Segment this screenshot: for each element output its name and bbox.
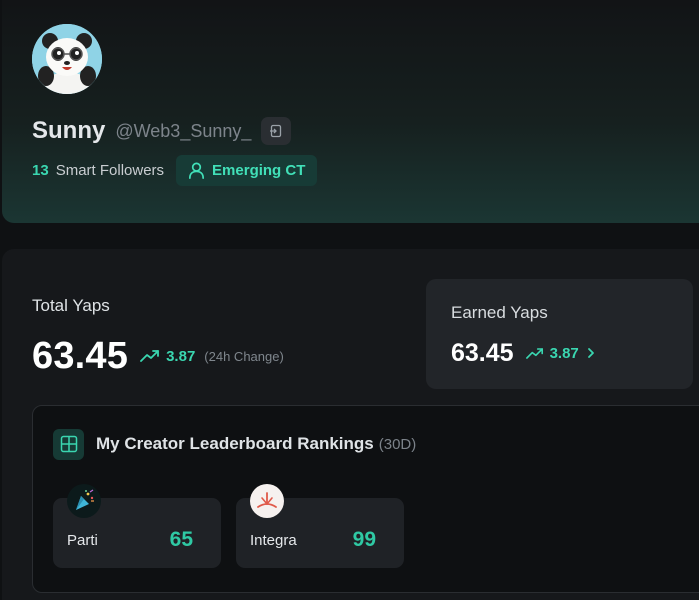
chevron-right-icon[interactable] [585, 347, 597, 359]
leaderboard-title: My Creator Leaderboard Rankings [96, 434, 374, 453]
grid-layout-icon [60, 435, 77, 453]
trending-up-icon [140, 350, 159, 362]
earned-yaps-value: 63.45 [451, 338, 514, 367]
display-name: Sunny [32, 117, 106, 144]
project-name: Parti [67, 532, 98, 549]
earned-yaps-label: Earned Yaps [451, 303, 548, 322]
avatar[interactable] [32, 24, 102, 94]
rank-card-parti[interactable]: Parti 65 [53, 484, 221, 568]
copy-handle-button[interactable] [261, 117, 292, 145]
total-yaps-row: 63.45 3.87 (24h Change) [32, 331, 284, 381]
profile-header-card: Sunny @Web3_Sunny_ 13 Smart Followers Em… [2, 0, 699, 223]
project-rank: 65 [169, 528, 193, 551]
change-caption: (24h Change) [204, 348, 284, 364]
leaderboard-period: (30D) [378, 435, 417, 453]
leaderboard-header: My Creator Leaderboard Rankings (30D) [53, 428, 416, 460]
rank-card-integra[interactable]: Integra 99 [236, 484, 404, 568]
creator-leaderboard-panel: My Creator Leaderboard Rankings (30D) Pa… [32, 405, 699, 593]
trending-up-icon [525, 347, 543, 359]
total-yaps-label: Total Yaps [32, 296, 110, 315]
user-handle: @Web3_Sunny_ [115, 120, 252, 141]
profile-page: Sunny @Web3_Sunny_ 13 Smart Followers Em… [0, 0, 699, 600]
leaderboard-icon-box [53, 428, 84, 460]
profile-meta-row: 13 Smart Followers Emerging CT [32, 155, 318, 186]
panda-avatar-icon [32, 24, 102, 94]
earned-yaps-row: 63.45 3.87 [451, 335, 597, 371]
party-popper-icon [67, 484, 101, 518]
earned-yaps-card[interactable]: Earned Yaps 63.45 3.87 [426, 279, 693, 389]
total-yaps-change: 3.87 [166, 347, 196, 365]
project-name: Integra [250, 532, 297, 549]
smart-followers-count: 13 [32, 162, 49, 179]
smart-followers-label: Smart Followers [55, 162, 165, 179]
total-yaps-value: 63.45 [32, 334, 129, 377]
user-icon [189, 162, 205, 179]
earned-yaps-change: 3.87 [549, 344, 579, 362]
profile-name-row: Sunny @Web3_Sunny_ [32, 116, 292, 146]
yaps-stats-panel: Total Yaps 63.45 3.87 (24h Change) Earne… [2, 249, 699, 600]
tier-badge: Emerging CT [176, 155, 318, 186]
integra-logo-icon [250, 484, 284, 518]
tier-label: Emerging CT [212, 162, 306, 179]
project-rank: 99 [352, 528, 376, 551]
login-icon [270, 124, 282, 138]
